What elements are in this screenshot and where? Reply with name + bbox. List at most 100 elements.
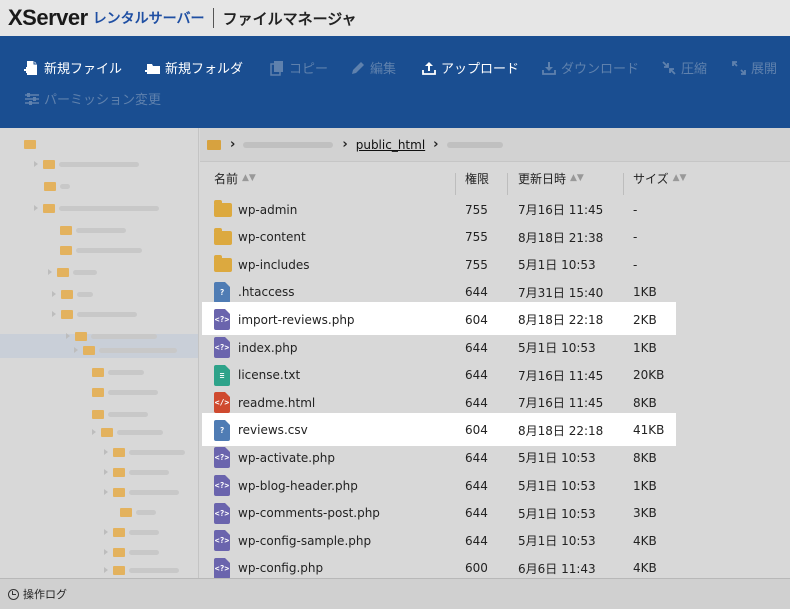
col-header-permission[interactable]: 権限 xyxy=(465,163,489,193)
tree-node[interactable] xyxy=(74,344,177,356)
tree-node[interactable] xyxy=(52,308,137,320)
file-modified-date: 5月1日 10:53 xyxy=(518,341,596,355)
breadcrumb-item-public-html[interactable]: public_html xyxy=(356,138,425,152)
upload-icon xyxy=(422,61,436,75)
file-name[interactable]: wp-comments-post.php xyxy=(238,500,380,527)
tree-node[interactable] xyxy=(104,546,159,558)
table-row[interactable]: wp-includes 755 5月1日 10:53 - xyxy=(200,251,790,278)
file-name[interactable]: wp-config.php xyxy=(238,555,323,578)
change-permission-label: パーミッション変更 xyxy=(44,93,162,108)
tree-node[interactable] xyxy=(34,202,159,214)
folder-icon xyxy=(60,225,72,235)
column-divider[interactable] xyxy=(455,173,456,195)
table-row[interactable]: ≡ license.txt 644 7月16日 11:45 20KB xyxy=(200,362,790,389)
pencil-icon xyxy=(352,61,364,74)
file-permission: 644 xyxy=(465,340,488,355)
file-size: 4KB xyxy=(633,561,657,576)
file-modified-date: 8月18日 21:38 xyxy=(518,230,604,245)
file-name[interactable]: wp-blog-header.php xyxy=(238,472,358,499)
breadcrumb-item-blurred[interactable] xyxy=(446,141,503,148)
table-row[interactable]: <?> wp-activate.php 644 5月1日 10:53 8KB xyxy=(200,444,790,471)
table-row[interactable]: wp-admin 755 7月16日 11:45 - xyxy=(200,196,790,223)
file-name[interactable]: reviews.csv xyxy=(238,417,308,444)
change-permission-button[interactable]: パーミッション変更 xyxy=(24,89,161,108)
table-row[interactable]: ? reviews.csv 604 8月18日 22:18 41KB xyxy=(202,412,676,446)
expand-icon xyxy=(92,429,96,435)
tree-node[interactable] xyxy=(24,138,40,150)
tree-node[interactable] xyxy=(60,224,126,236)
extract-button[interactable]: 展開 xyxy=(731,58,777,77)
compress-button[interactable]: 圧縮 xyxy=(661,58,707,77)
table-row[interactable]: <?> wp-config.php 600 6月6日 11:43 4KB xyxy=(200,555,790,578)
chevron-right-icon: › xyxy=(342,137,348,152)
edit-button[interactable]: 編集 xyxy=(350,58,396,77)
new-folder-label: 新規フォルダ xyxy=(165,62,244,77)
file-name[interactable]: wp-content xyxy=(238,224,306,251)
file-permission: 604 xyxy=(465,423,488,438)
column-divider[interactable] xyxy=(623,173,624,195)
folder-icon xyxy=(83,345,95,355)
file-modified-date: 8月18日 22:18 xyxy=(518,423,604,438)
col-header-size[interactable]: サイズ ▲▼ xyxy=(633,163,686,193)
breadcrumb-item-blurred[interactable] xyxy=(243,141,334,148)
compress-label: 圧縮 xyxy=(681,62,708,77)
folder-icon xyxy=(57,267,69,277)
copy-button[interactable]: コピー xyxy=(269,58,328,77)
file-permission: 755 xyxy=(465,202,488,217)
file-modified-date: 6月6日 11:43 xyxy=(518,561,596,576)
file-name[interactable]: index.php xyxy=(238,334,297,361)
tree-node[interactable] xyxy=(52,288,93,300)
tree-node[interactable] xyxy=(104,466,169,478)
tree-node[interactable] xyxy=(92,366,144,378)
tree-node[interactable] xyxy=(66,330,157,342)
root-folder-icon[interactable] xyxy=(207,139,221,150)
tree-node[interactable] xyxy=(104,564,179,576)
expand-icon xyxy=(104,567,108,573)
tree-node[interactable] xyxy=(92,426,163,438)
tree-node[interactable] xyxy=(44,180,70,192)
tree-node[interactable] xyxy=(60,244,142,256)
tree-node[interactable] xyxy=(104,446,185,458)
file-name[interactable]: wp-includes xyxy=(238,251,310,278)
folder-icon xyxy=(43,203,55,213)
tree-node[interactable] xyxy=(104,486,179,498)
file-name[interactable]: import-reviews.php xyxy=(238,306,355,333)
expand-icon xyxy=(104,489,108,495)
file-name[interactable]: wp-admin xyxy=(238,196,297,223)
file-modified-date: 5月1日 10:53 xyxy=(518,534,596,549)
file-name[interactable]: wp-config-sample.php xyxy=(238,527,371,554)
table-row[interactable]: <?> import-reviews.php 604 8月18日 22:18 2KB xyxy=(202,302,676,336)
new-folder-button[interactable]: 新規フォルダ xyxy=(145,58,243,77)
table-row[interactable]: <?> wp-config-sample.php 644 5月1日 10:53 4KB xyxy=(200,527,790,554)
table-row[interactable]: wp-content 755 8月18日 21:38 - xyxy=(200,224,790,251)
upload-button[interactable]: アップロード xyxy=(421,58,519,77)
col-header-date[interactable]: 更新日時 ▲▼ xyxy=(518,163,584,193)
expand-icon xyxy=(104,469,108,475)
tree-node[interactable] xyxy=(48,266,97,278)
php-file-icon: <?> xyxy=(214,337,230,358)
new-file-button[interactable]: 新規ファイル xyxy=(24,58,122,77)
file-name[interactable]: wp-activate.php xyxy=(238,444,335,471)
file-modified-date: 7月16日 11:45 xyxy=(518,203,604,217)
folder-icon xyxy=(92,367,104,377)
tree-node[interactable] xyxy=(34,158,139,170)
table-row[interactable]: <?> wp-comments-post.php 644 5月1日 10:53 3KB xyxy=(200,500,790,527)
tree-node[interactable] xyxy=(104,526,159,538)
file-size: 4KB xyxy=(633,533,657,548)
tree-node[interactable] xyxy=(92,386,158,398)
folder-icon xyxy=(113,467,125,477)
php-file-icon: <?> xyxy=(214,557,230,578)
table-row[interactable]: <?> wp-blog-header.php 644 5月1日 10:53 1KB xyxy=(200,472,790,499)
expand-icon xyxy=(104,529,108,535)
column-divider[interactable] xyxy=(507,173,508,195)
tree-node[interactable] xyxy=(120,506,156,518)
folder-icon xyxy=(113,527,125,537)
download-button[interactable]: ダウンロード xyxy=(541,58,639,77)
file-name[interactable]: license.txt xyxy=(238,362,300,389)
download-label: ダウンロード xyxy=(561,62,640,77)
tree-node[interactable] xyxy=(92,408,148,420)
col-header-name[interactable]: 名前 ▲▼ xyxy=(214,163,256,193)
file-permission: 600 xyxy=(465,561,488,576)
table-row[interactable]: <?> index.php 644 5月1日 10:53 1KB xyxy=(200,334,790,361)
operation-log-link[interactable]: 操作ログ xyxy=(23,586,67,602)
